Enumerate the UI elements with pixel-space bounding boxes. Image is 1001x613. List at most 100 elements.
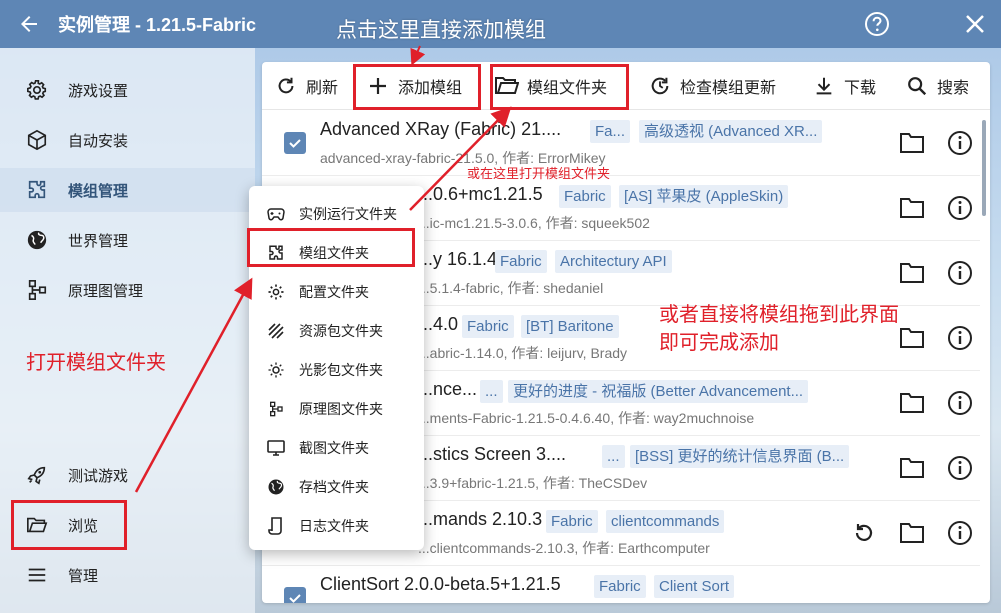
info-button[interactable] [946, 259, 974, 287]
back-button[interactable] [0, 0, 58, 48]
mod-tag: 更好的进度 - 祝福版 (Better Advancement... [508, 380, 809, 403]
menu-item-saves-folder[interactable]: 存档文件夹 [249, 467, 424, 506]
check-updates-button[interactable]: 检查模组更新 [648, 62, 776, 110]
texture-icon [267, 322, 285, 340]
mod-tag: ... [480, 380, 503, 403]
sidebar-item-label: 世界管理 [68, 231, 129, 250]
info-icon [948, 261, 972, 285]
mod-name: ...0.6+mc1.21.5 [418, 184, 543, 204]
mod-details: ...ments-Fabric-1.21.5-0.4.6.40, 作者: way… [418, 410, 755, 426]
sidebar-item-label: 管理 [68, 566, 99, 585]
undo-icon [855, 524, 873, 541]
mod-tag: ... [602, 445, 625, 468]
annotation-open-here: 或在这里打开模组文件夹 [467, 167, 611, 182]
mod-tag: Fabric [559, 185, 611, 208]
info-button[interactable] [946, 324, 974, 352]
info-icon [948, 326, 972, 350]
menu-item-config-folder[interactable]: 配置文件夹 [249, 272, 424, 311]
list-item[interactable]: ClientSort 2.0.0-beta.5+1.21.5 Fabric Cl… [262, 566, 980, 603]
window-title: 实例管理 - 1.21.5-Fabric [58, 15, 257, 35]
folder-icon [900, 263, 924, 283]
enabled-checkbox[interactable] [284, 132, 306, 154]
menu-item-label: 实例运行文件夹 [299, 206, 397, 223]
info-button[interactable] [946, 129, 974, 157]
mod-name: Advanced XRay (Fabric) 21.... [320, 119, 562, 139]
highlight-menu-mod-folder [247, 228, 415, 267]
sidebar-item-game-settings[interactable]: 游戏设置 [0, 68, 255, 112]
mod-details: ...ic-mc1.21.5-3.0.6, 作者: squeek502 [418, 215, 650, 231]
scrollbar[interactable] [982, 120, 986, 216]
highlight-mod-folder [490, 64, 629, 110]
open-folder-button[interactable] [898, 454, 926, 482]
annotation-open-folder: 打开模组文件夹 [26, 350, 166, 374]
menu-item-screenshot-folder[interactable]: 截图文件夹 [249, 428, 424, 467]
check-updates-label: 检查模组更新 [680, 78, 777, 97]
folder-icon [900, 328, 924, 348]
list-item[interactable]: Advanced XRay (Fabric) 21.... Fa... 高级透视… [262, 111, 980, 176]
info-button[interactable] [946, 389, 974, 417]
menu-item-shaderpack-folder[interactable]: 光影包文件夹 [249, 350, 424, 389]
info-button[interactable] [946, 194, 974, 222]
rocket-icon [24, 462, 50, 488]
sidebar-item-test-game[interactable]: 测试游戏 [0, 453, 255, 497]
folder-icon [900, 458, 924, 478]
info-icon [948, 131, 972, 155]
globe-icon [267, 478, 285, 496]
update-icon [648, 74, 672, 98]
info-button[interactable] [946, 519, 974, 547]
mod-details: ...3.9+fabric-1.21.5, 作者: TheCSDev [418, 475, 648, 491]
annotation-drag-line1: 或者直接将模组拖到此界面 [659, 302, 899, 326]
mod-name: ClientSort 2.0.0-beta.5+1.21.5 [320, 574, 561, 594]
help-button[interactable] [864, 11, 890, 37]
folder-icon [900, 523, 924, 543]
menu-item-label: 配置文件夹 [299, 284, 369, 301]
info-button[interactable] [946, 454, 974, 482]
schematic-icon [24, 277, 50, 303]
mod-name: ...nce... [418, 379, 478, 399]
close-button[interactable] [962, 11, 988, 37]
search-button[interactable]: 搜索 [905, 62, 969, 110]
puzzle-icon [24, 177, 50, 203]
mod-tag: [AS] 苹果皮 (AppleSkin) [619, 185, 789, 208]
download-label: 下载 [844, 78, 877, 97]
open-folder-button[interactable] [898, 259, 926, 287]
menu-item-label: 资源包文件夹 [299, 323, 383, 340]
monitor-icon [267, 439, 285, 457]
mod-tag: Fabric [546, 510, 598, 533]
enabled-checkbox[interactable] [284, 587, 306, 603]
folder-icon [900, 393, 924, 413]
gear-icon [267, 283, 285, 301]
open-folder-button[interactable] [898, 194, 926, 222]
revert-button[interactable] [850, 519, 878, 547]
mod-tag: Fabric [495, 250, 547, 273]
menu-item-schematic-folder[interactable]: 原理图文件夹 [249, 389, 424, 428]
download-button[interactable]: 下载 [812, 62, 876, 110]
open-folder-button[interactable] [898, 389, 926, 417]
mod-details: ...5.1.4-fabric, 作者: shedaniel [418, 280, 604, 296]
log-icon [267, 516, 285, 535]
mod-tag: Fa... [590, 120, 631, 143]
menu-icon [24, 562, 50, 588]
menu-item-label: 光影包文件夹 [299, 362, 383, 379]
sidebar-item-mod-management[interactable]: 模组管理 [0, 168, 255, 212]
open-folder-button[interactable] [898, 324, 926, 352]
open-folder-button[interactable] [898, 129, 926, 157]
refresh-button[interactable]: 刷新 [274, 62, 338, 110]
highlight-add-mod [353, 64, 481, 110]
arrow-left-icon [21, 16, 37, 32]
menu-item-logs-folder[interactable]: 日志文件夹 [249, 506, 424, 545]
menu-item-resourcepack-folder[interactable]: 资源包文件夹 [249, 311, 424, 350]
sidebar-item-label: 原理图管理 [68, 281, 144, 300]
open-folder-button[interactable] [898, 519, 926, 547]
sidebar-item-label: 测试游戏 [68, 466, 129, 485]
mod-name: ...y 16.1.4 [418, 249, 498, 269]
sidebar-item-world-management[interactable]: 世界管理 [0, 218, 255, 262]
sidebar-item-schematic-management[interactable]: 原理图管理 [0, 268, 255, 312]
mod-tag: [BT] Baritone [521, 315, 619, 338]
mod-tag: [BSS] 更好的统计信息界面 (B... [630, 445, 850, 468]
close-icon [966, 15, 984, 33]
mod-tag: Architectury API [555, 250, 672, 273]
mod-details: ...clientcommands-2.10.3, 作者: Earthcompu… [418, 540, 710, 556]
sidebar-item-manage[interactable]: 管理 [0, 553, 255, 597]
sidebar-item-auto-install[interactable]: 自动安装 [0, 118, 255, 162]
